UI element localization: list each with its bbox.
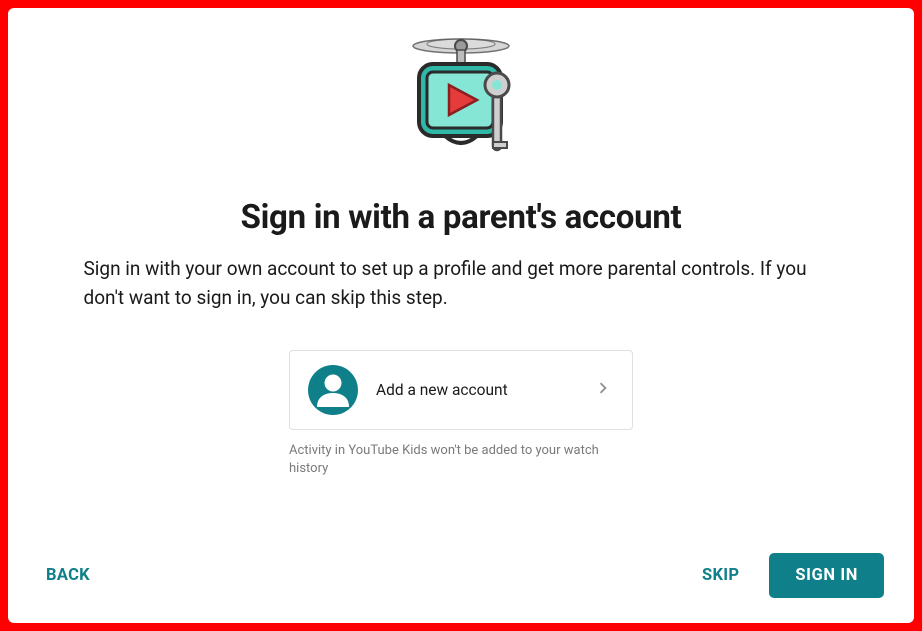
watch-history-disclaimer: Activity in YouTube Kids won't be added …: [289, 442, 633, 478]
dialog-footer: BACK SKIP SIGN IN: [8, 557, 914, 623]
add-account-card[interactable]: Add a new account: [289, 350, 633, 430]
back-button[interactable]: BACK: [38, 556, 98, 595]
person-icon: [308, 365, 358, 415]
dialog-content: Sign in with a parent's account Sign in …: [8, 8, 914, 557]
add-account-label: Add a new account: [376, 381, 592, 399]
dialog-subtitle: Sign in with your own account to set up …: [84, 255, 839, 312]
dialog-heading: Sign in with a parent's account: [241, 198, 682, 237]
skip-button[interactable]: SKIP: [694, 556, 747, 595]
chevron-right-icon: [592, 377, 614, 403]
parent-signin-dialog: Sign in with a parent's account Sign in …: [8, 8, 914, 623]
tv-key-illustration: [401, 30, 521, 170]
sign-in-button[interactable]: SIGN IN: [769, 553, 884, 598]
